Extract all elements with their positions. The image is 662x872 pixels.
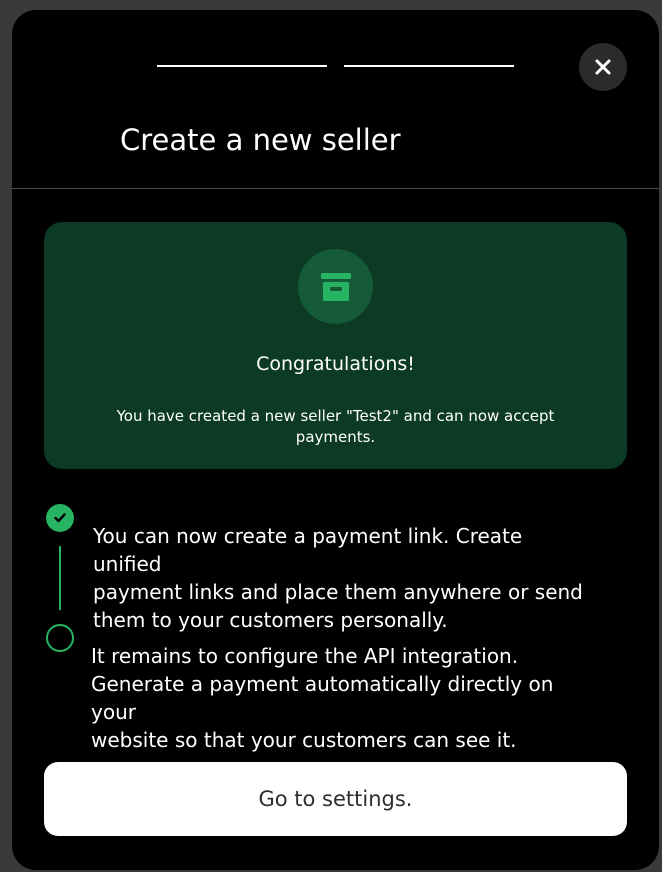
success-message-line-1: You have created a new seller "Test2" an… bbox=[116, 407, 555, 425]
success-message-line-2: payments. bbox=[295, 428, 376, 446]
step-connector-line bbox=[59, 546, 61, 610]
step-payment-link-text: You can now create a payment link. Creat… bbox=[93, 522, 593, 634]
stepper-segment-2 bbox=[344, 65, 514, 67]
close-button[interactable] bbox=[579, 43, 627, 91]
check-icon bbox=[54, 513, 66, 523]
create-seller-modal: Create a new seller Congratulations! You… bbox=[12, 10, 659, 870]
modal-title: Create a new seller bbox=[120, 123, 401, 157]
step-2-line-3: website so that your customers can see i… bbox=[91, 728, 517, 752]
step-1-line-1: You can now create a payment link. Creat… bbox=[93, 524, 523, 576]
step-done-badge bbox=[46, 504, 74, 532]
close-icon bbox=[595, 59, 611, 75]
store-icon-badge bbox=[298, 249, 373, 324]
header-divider bbox=[12, 188, 659, 189]
go-to-settings-button[interactable]: Go to settings. bbox=[44, 762, 627, 836]
empty-circle-icon bbox=[46, 624, 74, 652]
step-1-line-3: them to your customers personally. bbox=[93, 608, 448, 632]
stepper-segment-1 bbox=[157, 65, 327, 67]
step-api-integration-text: It remains to configure the API integrat… bbox=[91, 642, 591, 754]
step-2-line-1: It remains to configure the API integrat… bbox=[91, 644, 519, 668]
progress-stepper bbox=[157, 65, 514, 67]
congratulations-heading: Congratulations! bbox=[256, 353, 415, 375]
store-icon bbox=[320, 272, 351, 301]
step-2-line-2: Generate a payment automatically directl… bbox=[91, 672, 554, 724]
step-1-line-2: payment links and place them anywhere or… bbox=[93, 580, 583, 604]
success-card: Congratulations! You have created a new … bbox=[44, 222, 627, 469]
